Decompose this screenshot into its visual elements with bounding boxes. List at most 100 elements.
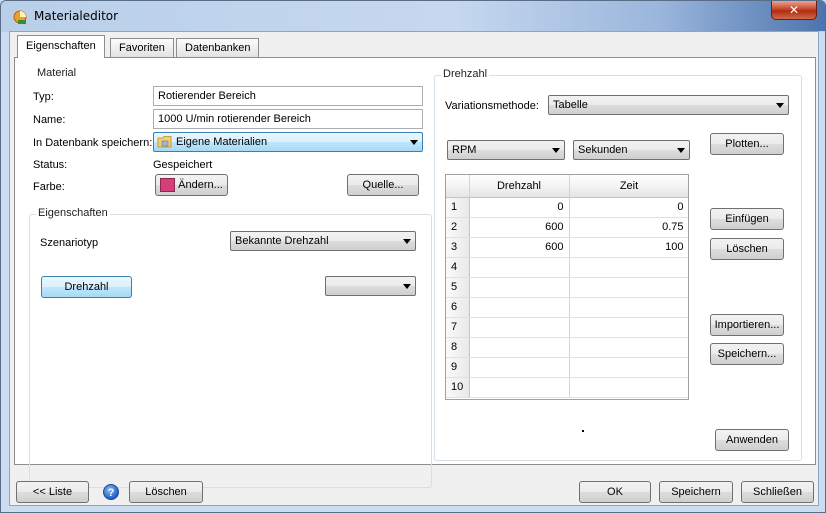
color-swatch	[160, 178, 175, 192]
cell-zeit[interactable]	[569, 317, 688, 338]
chevron-down-icon	[552, 148, 560, 153]
speichern-button[interactable]: Speichern	[659, 481, 733, 503]
db-label: In Datenbank speichern:	[33, 137, 153, 149]
quelle-button[interactable]: Quelle...	[347, 174, 419, 196]
chevron-down-icon	[403, 284, 411, 289]
speichern-table-button[interactable]: Speichern...	[710, 343, 784, 365]
variationsmethode-value: Tabelle	[553, 99, 588, 111]
cell-drehzahl[interactable]	[469, 277, 570, 298]
time-unit-value: Sekunden	[578, 144, 628, 156]
anwenden-button[interactable]: Anwenden	[715, 429, 789, 451]
szenariotyp-label: Szenariotyp	[40, 237, 99, 249]
row-number[interactable]: 6	[446, 297, 470, 318]
cell-drehzahl[interactable]	[469, 317, 570, 338]
time-unit-select[interactable]: Sekunden	[573, 140, 690, 160]
cell-drehzahl[interactable]: 600	[469, 217, 570, 238]
szenariotyp-select[interactable]: Bekannte Drehzahl	[230, 231, 416, 251]
chevron-down-icon	[677, 148, 685, 153]
unit-select[interactable]: RPM	[447, 140, 565, 160]
table-row[interactable]: 2 600 0.75	[446, 217, 688, 238]
cell-drehzahl[interactable]	[469, 337, 570, 358]
eigenschaften-group: Eigenschaften	[29, 207, 432, 488]
help-icon[interactable]: ?	[103, 484, 119, 500]
folder-icon	[157, 136, 172, 148]
tab-eigenschaften[interactable]: Eigenschaften	[17, 35, 105, 58]
row-number[interactable]: 8	[446, 337, 470, 358]
chevron-down-icon	[403, 239, 411, 244]
column-header-drehzahl[interactable]: Drehzahl	[469, 175, 570, 198]
cell-zeit[interactable]	[569, 377, 688, 398]
liste-button[interactable]: << Liste	[16, 481, 89, 503]
db-select[interactable]: Eigene Materialien	[153, 132, 423, 152]
table-row[interactable]: 10	[446, 377, 688, 398]
tab-page-eigenschaften: Material Typ: Rotierender Bereich Name: …	[14, 57, 816, 488]
table-row[interactable]: 4	[446, 257, 688, 278]
variationsmethode-select[interactable]: Tabelle	[548, 95, 789, 115]
cell-drehzahl[interactable]	[469, 377, 570, 398]
table-row[interactable]: 8	[446, 337, 688, 358]
drehzahl-button[interactable]: Drehzahl	[41, 276, 132, 298]
cell-zeit[interactable]	[569, 257, 688, 278]
cell-drehzahl[interactable]	[469, 257, 570, 278]
table-header-row: Drehzahl Zeit	[446, 175, 688, 198]
material-group-title: Material	[35, 67, 79, 79]
cell-drehzahl[interactable]	[469, 357, 570, 378]
name-label: Name:	[33, 114, 66, 126]
farbe-label: Farbe:	[33, 181, 65, 193]
cell-zeit[interactable]	[569, 277, 688, 298]
close-button[interactable]: ✕	[771, 1, 817, 20]
table-row[interactable]: 6	[446, 297, 688, 318]
table-row[interactable]: 5	[446, 277, 688, 298]
schliessen-button[interactable]: Schließen	[741, 481, 814, 503]
title-bar[interactable]: Materialeditor ✕	[1, 1, 825, 31]
cell-zeit[interactable]: 0	[569, 197, 688, 218]
row-number[interactable]: 2	[446, 217, 470, 238]
column-header-zeit[interactable]: Zeit	[569, 175, 688, 198]
cell-zeit[interactable]	[569, 357, 688, 378]
tab-favoriten[interactable]: Favoriten	[110, 38, 174, 57]
name-field[interactable]: 1000 U/min rotierender Bereich	[153, 109, 423, 129]
variationsmethode-label: Variationsmethode:	[445, 100, 539, 112]
window-title: Materialeditor	[34, 9, 119, 23]
stray-dot	[582, 430, 584, 432]
ok-button[interactable]: OK	[579, 481, 651, 503]
row-number[interactable]: 10	[446, 377, 470, 398]
cell-zeit[interactable]: 0.75	[569, 217, 688, 238]
unit-value: RPM	[452, 144, 477, 156]
drehzahl-option-select[interactable]	[325, 276, 416, 296]
row-number[interactable]: 4	[446, 257, 470, 278]
farbe-aendern-button[interactable]: Ändern...	[155, 174, 228, 196]
loeschen-button[interactable]: Löschen	[129, 481, 203, 503]
cell-drehzahl[interactable]: 600	[469, 237, 570, 258]
importieren-button[interactable]: Importieren...	[710, 314, 784, 336]
cell-drehzahl[interactable]: 0	[469, 197, 570, 218]
chevron-down-icon	[410, 140, 418, 145]
table-row[interactable]: 9	[446, 357, 688, 378]
table-row[interactable]: 7	[446, 317, 688, 338]
cell-drehzahl[interactable]	[469, 297, 570, 318]
row-number[interactable]: 9	[446, 357, 470, 378]
table-row[interactable]: 100	[446, 197, 688, 218]
row-number[interactable]: 7	[446, 317, 470, 338]
row-number-header	[446, 175, 470, 198]
cell-zeit[interactable]	[569, 297, 688, 318]
table-row[interactable]: 3 600 100	[446, 237, 688, 258]
db-select-value: Eigene Materialien	[176, 136, 268, 148]
drehzahl-table[interactable]: Drehzahl Zeit 1 0 0 2 600 0.75 3 600 100 4 5 6 7 8 9 10	[445, 174, 689, 400]
plotten-button[interactable]: Plotten...	[710, 133, 784, 155]
einfuegen-button[interactable]: Einfügen	[710, 208, 784, 230]
typ-field[interactable]: Rotierender Bereich	[153, 86, 423, 106]
row-number[interactable]: 5	[446, 277, 470, 298]
row-number[interactable]: 3	[446, 237, 470, 258]
status-value: Gespeichert	[153, 159, 213, 171]
eigenschaften-group-title: Eigenschaften	[36, 207, 110, 219]
tab-datenbanken[interactable]: Datenbanken	[176, 38, 260, 57]
app-icon	[13, 10, 27, 24]
chevron-down-icon	[776, 103, 784, 108]
loeschen-row-button[interactable]: Löschen	[710, 238, 784, 260]
cell-zeit[interactable]	[569, 337, 688, 358]
row-number[interactable]: 1	[446, 197, 470, 218]
status-label: Status:	[33, 159, 68, 171]
cell-zeit[interactable]: 100	[569, 237, 688, 258]
typ-label: Typ:	[33, 91, 54, 103]
